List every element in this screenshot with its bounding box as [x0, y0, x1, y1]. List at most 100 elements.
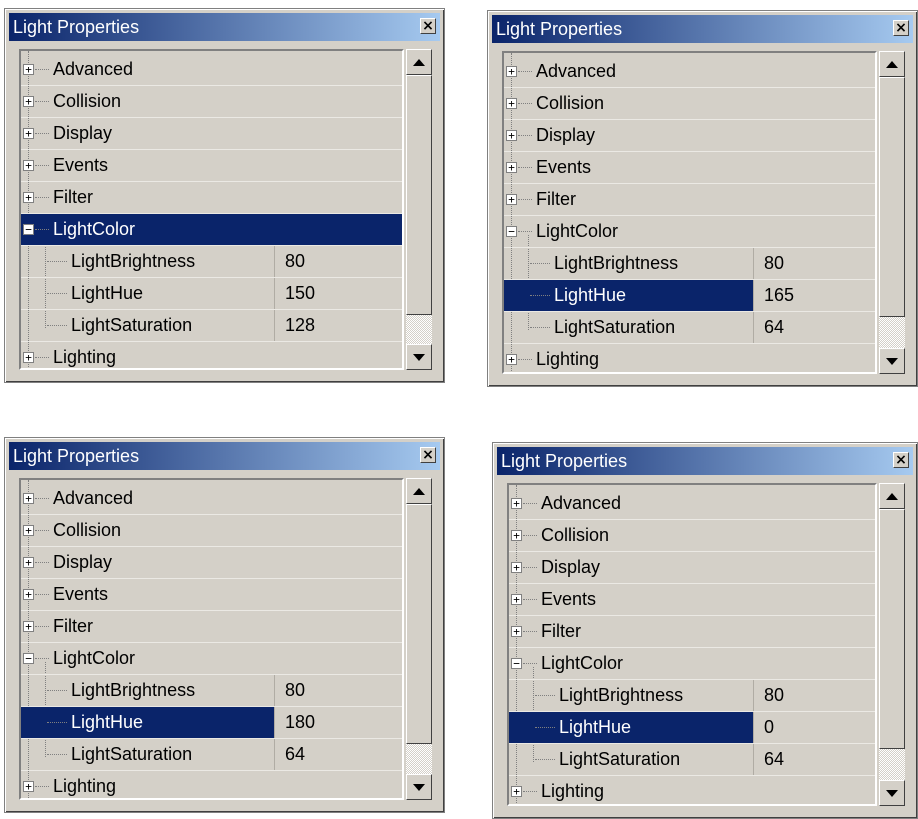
expand-icon[interactable]: + — [506, 162, 517, 173]
property-value[interactable]: 165 — [753, 280, 875, 311]
expand-icon[interactable]: + — [23, 525, 34, 536]
expand-icon[interactable]: + — [23, 621, 34, 632]
tree-row-advanced[interactable]: + Advanced — [509, 488, 875, 520]
property-value[interactable]: 80 — [753, 680, 875, 711]
vertical-scrollbar[interactable] — [406, 49, 432, 370]
close-button[interactable]: × — [420, 447, 436, 463]
title-bar[interactable]: Light Properties × — [9, 13, 440, 41]
expand-icon[interactable]: + — [23, 781, 34, 792]
close-button[interactable]: × — [893, 452, 909, 468]
expand-icon[interactable]: + — [506, 66, 517, 77]
tree-row-lightbrightness[interactable]: LightBrightness 80 — [504, 248, 875, 280]
tree-row-filter[interactable]: + Filter — [504, 184, 875, 216]
tree-row-display[interactable]: + Display — [509, 552, 875, 584]
expand-icon[interactable]: + — [511, 498, 522, 509]
tree-row-display[interactable]: + Display — [504, 120, 875, 152]
scroll-up-button[interactable] — [406, 478, 432, 504]
expand-icon[interactable]: + — [23, 352, 34, 363]
property-value[interactable]: 80 — [274, 246, 402, 277]
expand-icon[interactable]: + — [23, 192, 34, 203]
scroll-thumb[interactable] — [879, 509, 905, 749]
vertical-scrollbar[interactable] — [406, 478, 432, 800]
tree-row-lightsaturation[interactable]: LightSaturation 64 — [21, 739, 402, 771]
tree-row-lightcolor[interactable]: − LightColor — [21, 643, 402, 675]
scroll-up-button[interactable] — [879, 51, 905, 77]
expand-icon[interactable]: + — [23, 493, 34, 504]
scroll-thumb[interactable] — [406, 75, 432, 315]
tree-row-lightcolor[interactable]: − LightColor — [504, 216, 875, 248]
expand-icon[interactable]: + — [506, 130, 517, 141]
tree-row-advanced[interactable]: + Advanced — [21, 483, 402, 515]
tree-row-events[interactable]: + Events — [509, 584, 875, 616]
tree-row-lighthue[interactable]: LightHue 150 — [21, 278, 402, 310]
close-button[interactable]: × — [893, 20, 909, 36]
tree-row-collision[interactable]: + Collision — [21, 515, 402, 547]
tree-row-lighthue[interactable]: LightHue 180 — [21, 707, 402, 739]
expand-icon[interactable]: + — [23, 589, 34, 600]
tree-row-lightsaturation[interactable]: LightSaturation 128 — [21, 310, 402, 342]
scroll-up-button[interactable] — [406, 49, 432, 75]
scroll-thumb[interactable] — [406, 504, 432, 744]
tree-row-lighting[interactable]: + Lighting — [509, 776, 875, 804]
scroll-down-button[interactable] — [406, 774, 432, 800]
expand-icon[interactable]: + — [506, 354, 517, 365]
expand-icon[interactable]: + — [511, 562, 522, 573]
expand-icon[interactable]: + — [23, 160, 34, 171]
tree-row-lighting[interactable]: + Lighting — [21, 342, 402, 368]
property-value[interactable]: 64 — [274, 739, 402, 770]
tree-row-lighthue[interactable]: LightHue 0 — [509, 712, 875, 744]
tree-row-filter[interactable]: + Filter — [509, 616, 875, 648]
expand-icon[interactable]: + — [23, 557, 34, 568]
scroll-down-button[interactable] — [879, 348, 905, 374]
title-bar[interactable]: Light Properties × — [492, 15, 913, 43]
tree-row-lighting[interactable]: + Lighting — [21, 771, 402, 798]
tree-row-lightbrightness[interactable]: LightBrightness 80 — [21, 246, 402, 278]
expand-icon[interactable]: + — [506, 98, 517, 109]
vertical-scrollbar[interactable] — [879, 51, 905, 374]
tree-row-lighthue[interactable]: LightHue 165 — [504, 280, 875, 312]
collapse-icon[interactable]: − — [511, 658, 522, 669]
title-bar[interactable]: Light Properties × — [497, 447, 913, 475]
collapse-icon[interactable]: − — [23, 653, 34, 664]
expand-icon[interactable]: + — [23, 128, 34, 139]
expand-icon[interactable]: + — [23, 96, 34, 107]
collapse-icon[interactable]: − — [506, 226, 517, 237]
tree-row-filter[interactable]: + Filter — [21, 182, 402, 214]
expand-icon[interactable]: + — [506, 194, 517, 205]
expand-icon[interactable]: + — [511, 626, 522, 637]
tree-row-advanced[interactable]: + Advanced — [21, 54, 402, 86]
tree-row-collision[interactable]: + Collision — [509, 520, 875, 552]
scroll-down-button[interactable] — [879, 780, 905, 806]
expand-icon[interactable]: + — [511, 530, 522, 541]
property-value[interactable]: 180 — [274, 707, 402, 738]
tree-row-collision[interactable]: + Collision — [21, 86, 402, 118]
tree-row-display[interactable]: + Display — [21, 547, 402, 579]
property-value[interactable]: 64 — [753, 744, 875, 775]
tree-row-events[interactable]: + Events — [504, 152, 875, 184]
tree-row-collision[interactable]: + Collision — [504, 88, 875, 120]
tree-row-lightsaturation[interactable]: LightSaturation 64 — [504, 312, 875, 344]
tree-row-lightbrightness[interactable]: LightBrightness 80 — [509, 680, 875, 712]
tree-row-events[interactable]: + Events — [21, 150, 402, 182]
tree-row-display[interactable]: + Display — [21, 118, 402, 150]
property-value[interactable]: 80 — [753, 248, 875, 279]
tree-row-filter[interactable]: + Filter — [21, 611, 402, 643]
collapse-icon[interactable]: − — [23, 224, 34, 235]
property-value[interactable]: 64 — [753, 312, 875, 343]
tree-row-events[interactable]: + Events — [21, 579, 402, 611]
property-value[interactable]: 128 — [274, 310, 402, 341]
expand-icon[interactable]: + — [511, 594, 522, 605]
tree-row-lighting[interactable]: + Lighting — [504, 344, 875, 372]
scroll-thumb[interactable] — [879, 77, 905, 317]
vertical-scrollbar[interactable] — [879, 483, 905, 806]
tree-row-lightsaturation[interactable]: LightSaturation 64 — [509, 744, 875, 776]
scroll-up-button[interactable] — [879, 483, 905, 509]
expand-icon[interactable]: + — [511, 786, 522, 797]
tree-row-lightbrightness[interactable]: LightBrightness 80 — [21, 675, 402, 707]
title-bar[interactable]: Light Properties × — [9, 442, 440, 470]
close-button[interactable]: × — [420, 18, 436, 34]
scroll-down-button[interactable] — [406, 344, 432, 370]
property-value[interactable]: 150 — [274, 278, 402, 309]
property-value[interactable]: 0 — [753, 712, 875, 743]
property-value[interactable]: 80 — [274, 675, 402, 706]
